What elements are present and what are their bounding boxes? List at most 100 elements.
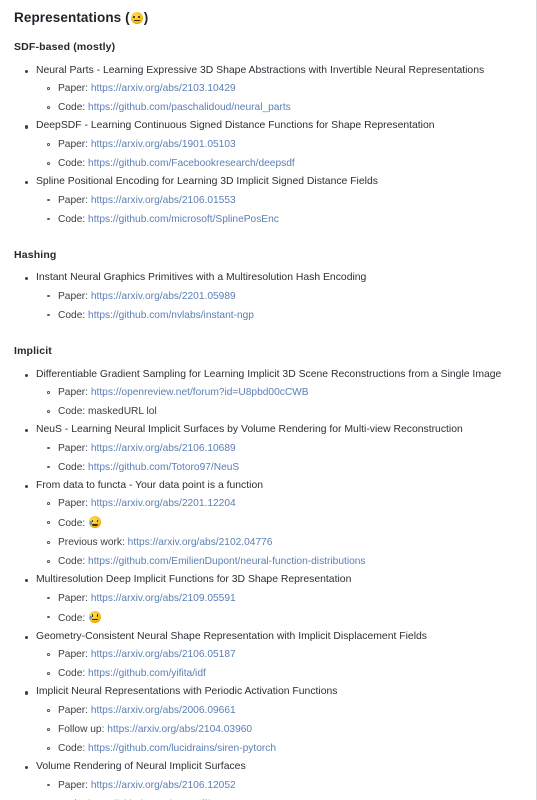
list-item: Code: https://github.com/paschalidoud/ne…	[36, 99, 520, 118]
external-link[interactable]: https://arxiv.org/abs/2106.10689	[91, 443, 236, 454]
sections-root: SDF-based (mostly) Neural Parts - Learnin…	[14, 41, 520, 800]
crying-face-emoji	[89, 516, 102, 529]
crying-face-emoji	[89, 610, 102, 623]
link-label: Code:	[58, 743, 86, 755]
entry-link-list: Paper: https://arxiv.org/abs/2006.09661 F…	[36, 702, 520, 759]
list-item: Code: https://github.com/Facebookresearc…	[36, 155, 520, 174]
list-item: Code: https://github.com/EmilienDupont/n…	[36, 553, 520, 572]
entry-link-list: Paper: https://arxiv.org/abs/2201.05989 C…	[36, 288, 520, 326]
external-link[interactable]: https://arxiv.org/abs/2106.05187	[91, 649, 236, 660]
entry-title: Instant Neural Graphics Primitives with …	[36, 272, 367, 284]
neutral-face-emoji	[130, 12, 143, 24]
link-label: Code:	[58, 668, 86, 680]
entry-title: Spline Positional Encoding for Learning …	[36, 176, 378, 188]
link-label: Code:	[58, 556, 86, 568]
list-item: Code: https://github.com/lucidrains/sire…	[36, 740, 520, 759]
external-link[interactable]: https://github.com/microsoft/SplinePosEn…	[88, 214, 279, 225]
external-link[interactable]: https://arxiv.org/abs/1901.05103	[91, 139, 236, 150]
link-label: Code:	[58, 309, 86, 321]
link-label: Code:	[58, 158, 86, 170]
list-item: Code: https://github.com/ventusff/neurec…	[36, 796, 520, 800]
entry-link-list: Paper: https://arxiv.org/abs/2106.10689 C…	[36, 440, 520, 478]
external-link[interactable]: https://openreview.net/forum?id=U8pbd00c…	[91, 387, 309, 398]
link-label: Paper:	[58, 139, 89, 151]
entry-list: Differentiable Gradient Sampling for Lea…	[14, 368, 520, 800]
entry-link-list: Paper: https://arxiv.org/abs/1901.05103 C…	[36, 136, 520, 174]
list-item: Paper: https://arxiv.org/abs/2106.10689	[36, 440, 520, 459]
link-label: Previous work:	[58, 537, 125, 549]
entry-link-list: Paper: https://arxiv.org/abs/2201.12204 C…	[36, 495, 520, 572]
list-item: Code: https://github.com/nvlabs/instant-…	[36, 307, 520, 326]
link-label: Paper:	[58, 442, 89, 454]
entry-title: Volume Rendering of Neural Implicit Surf…	[36, 761, 246, 773]
list-item: NeuS - Learning Neural Implicit Surfaces…	[14, 423, 520, 478]
external-link[interactable]: https://github.com/Totoro97/NeuS	[88, 462, 239, 473]
list-item: Differentiable Gradient Sampling for Lea…	[14, 368, 520, 423]
external-link[interactable]: https://arxiv.org/abs/2103.10429	[91, 83, 236, 94]
list-item: Code: https://github.com/Totoro97/NeuS	[36, 459, 520, 478]
list-item: Paper: https://arxiv.org/abs/2106.12052	[36, 777, 520, 796]
list-item: Multiresolution Deep Implicit Functions …	[14, 573, 520, 629]
list-item: Volume Rendering of Neural Implicit Surf…	[14, 760, 520, 800]
external-link[interactable]: https://github.com/lucidrains/siren-pyto…	[88, 743, 276, 754]
page-title: Representations ()	[14, 9, 520, 27]
link-label: Code:	[58, 213, 86, 225]
list-item: Neural Parts - Learning Expressive 3D Sh…	[14, 64, 520, 119]
link-label: Paper:	[58, 83, 89, 95]
external-link[interactable]: https://arxiv.org/abs/2201.05989	[91, 291, 236, 302]
entry-link-list: Paper: https://arxiv.org/abs/2103.10429 C…	[36, 80, 520, 118]
list-item: Paper: https://openreview.net/forum?id=U…	[36, 384, 520, 403]
external-link[interactable]: https://arxiv.org/abs/2201.12204	[91, 498, 236, 509]
list-item: Paper: https://arxiv.org/abs/2006.09661	[36, 702, 520, 721]
external-link[interactable]: https://github.com/yifita/idf	[88, 668, 206, 679]
link-label: Code:	[58, 612, 86, 624]
entry-title: Implicit Neural Representations with Per…	[36, 686, 338, 698]
external-link[interactable]: https://arxiv.org/abs/2106.12052	[91, 780, 236, 791]
link-label: Paper:	[58, 779, 89, 791]
link-label: Paper:	[58, 649, 89, 661]
external-link[interactable]: https://github.com/EmilienDupont/neural-…	[88, 556, 365, 567]
external-link[interactable]: https://arxiv.org/abs/2006.09661	[91, 705, 236, 716]
document-content: Representations () SDF-based (mostly) Neu…	[0, 0, 536, 800]
entry-title: Neural Parts - Learning Expressive 3D Sh…	[36, 64, 485, 76]
link-label: Paper:	[58, 592, 89, 604]
tear-drop-icon	[89, 521, 92, 525]
external-link[interactable]: https://arxiv.org/abs/2109.05591	[91, 593, 236, 604]
list-item: Code: https://github.com/microsoft/Splin…	[36, 211, 520, 230]
external-link[interactable]: https://github.com/nvlabs/instant-ngp	[88, 310, 254, 321]
list-item: Paper: https://arxiv.org/abs/2106.05187	[36, 646, 520, 665]
section-heading: SDF-based (mostly)	[14, 41, 116, 54]
link-label: Paper:	[58, 705, 89, 717]
entry-title: Multiresolution Deep Implicit Functions …	[36, 574, 352, 586]
link-label: Paper:	[58, 498, 89, 510]
list-item: Follow up: https://arxiv.org/abs/2104.03…	[36, 721, 520, 740]
entry-link-list: Paper: https://arxiv.org/abs/2106.12052C…	[36, 777, 520, 800]
link-label: Code:	[58, 102, 86, 114]
entry-link-list: Paper: https://arxiv.org/abs/2106.01553 C…	[36, 192, 520, 230]
page-title-text: Representations (	[14, 10, 130, 25]
list-item: Instant Neural Graphics Primitives with …	[14, 271, 520, 326]
list-item: Paper: https://arxiv.org/abs/1901.05103	[36, 136, 520, 155]
list-item: Previous work: https://arxiv.org/abs/210…	[36, 534, 520, 553]
external-link[interactable]: https://arxiv.org/abs/2102.04776	[128, 537, 273, 548]
entry-title: DeepSDF - Learning Continuous Signed Dis…	[36, 120, 435, 132]
link-label: Code:	[58, 406, 86, 418]
link-label: Paper:	[58, 387, 89, 399]
list-item: Implicit Neural Representations with Per…	[14, 685, 520, 759]
external-link[interactable]: https://github.com/paschalidoud/neural_p…	[88, 102, 291, 113]
external-link[interactable]: https://github.com/Facebookresearch/deep…	[88, 158, 295, 169]
list-item: Code:	[36, 609, 520, 629]
list-item: Paper: https://arxiv.org/abs/2201.05989	[36, 288, 520, 307]
list-item: Paper: https://arxiv.org/abs/2201.12204	[36, 495, 520, 514]
external-link[interactable]: https://arxiv.org/abs/2106.01553	[91, 195, 236, 206]
entry-link-list: Paper: https://openreview.net/forum?id=U…	[36, 384, 520, 422]
entry-link-list: Paper: https://arxiv.org/abs/2106.05187 C…	[36, 646, 520, 684]
link-label: Code:	[58, 461, 86, 473]
list-item: Paper: https://arxiv.org/abs/2109.05591	[36, 590, 520, 609]
external-link[interactable]: https://arxiv.org/abs/2104.03960	[107, 724, 252, 735]
list-item: Paper: https://arxiv.org/abs/2106.01553	[36, 192, 520, 211]
document-page: Representations () SDF-based (mostly) Neu…	[0, 0, 537, 800]
entry-list: Instant Neural Graphics Primitives with …	[14, 271, 520, 326]
entry-list: Neural Parts - Learning Expressive 3D Sh…	[14, 64, 520, 230]
link-label: Code:	[58, 518, 86, 530]
